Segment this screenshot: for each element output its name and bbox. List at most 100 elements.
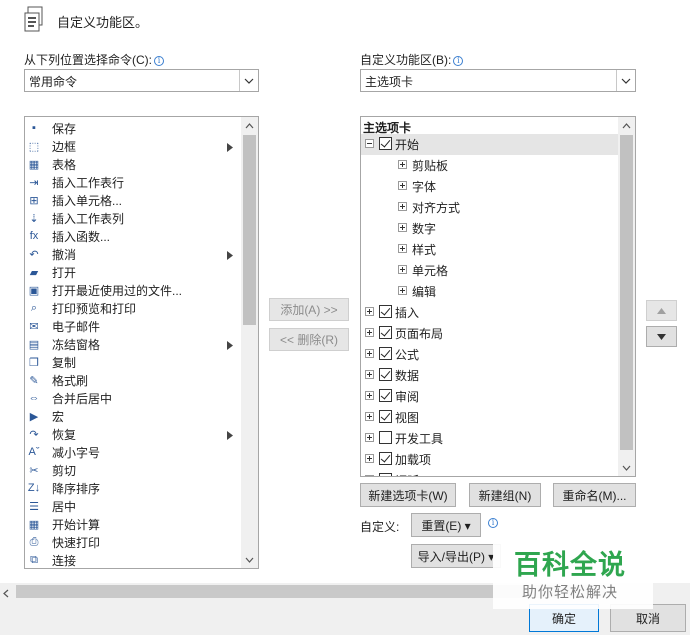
- command-label: 宏: [52, 410, 65, 424]
- commands-list[interactable]: ▪ 保存 ⬚ 边框 ▦ 表格 ⇥ 插入工作表行 ⊞ 插入单元格... ⇣ 插入工作表列 fx 插入函数..…: [24, 116, 259, 569]
- expand-icon[interactable]: [398, 223, 407, 232]
- chevron-down-icon[interactable]: [616, 70, 635, 91]
- command-item[interactable]: fx 插入函数...: [25, 227, 240, 245]
- expand-icon[interactable]: [398, 244, 407, 253]
- tree-tab-item[interactable]: 数据: [361, 365, 619, 386]
- expand-icon[interactable]: [365, 370, 374, 379]
- scroll-up-icon[interactable]: [618, 117, 635, 134]
- scroll-left-icon[interactable]: [3, 587, 9, 601]
- command-item[interactable]: ▶ 宏: [25, 407, 240, 425]
- command-item[interactable]: ⌕ 打印预览和打印: [25, 299, 240, 317]
- choose-commands-label: 从下列位置选择命令(C): i: [24, 51, 164, 68]
- command-item[interactable]: ⬚ 边框: [25, 137, 240, 155]
- tree-group-item[interactable]: 单元格: [361, 260, 619, 281]
- new-group-button[interactable]: 新建组(N): [469, 483, 541, 507]
- tab-checkbox[interactable]: [379, 305, 392, 318]
- tab-checkbox[interactable]: [379, 410, 392, 423]
- command-item[interactable]: ✉ 电子邮件: [25, 317, 240, 335]
- command-label: 保存: [52, 122, 77, 136]
- collapse-icon[interactable]: [365, 139, 374, 148]
- tree-tab-item[interactable]: 视图: [361, 407, 619, 428]
- expand-icon[interactable]: [398, 202, 407, 211]
- tree-group-item[interactable]: 字体: [361, 176, 619, 197]
- tree-tab-item[interactable]: 开发工具: [361, 428, 619, 449]
- command-item[interactable]: ☰ 居中: [25, 497, 240, 515]
- expand-icon[interactable]: [398, 286, 407, 295]
- ribbon-tabs-select[interactable]: 主选项卡: [360, 69, 636, 92]
- add-button[interactable]: 添加(A) >>: [269, 298, 349, 321]
- tree-item-label: 视图: [395, 411, 420, 425]
- command-item[interactable]: ▦ 开始计算: [25, 515, 240, 533]
- expand-icon[interactable]: [365, 328, 374, 337]
- chevron-down-icon[interactable]: [239, 70, 258, 91]
- border-icon: ⬚: [28, 140, 40, 153]
- tab-checkbox[interactable]: [379, 347, 392, 360]
- expand-icon[interactable]: [365, 349, 374, 358]
- choose-commands-select[interactable]: 常用命令: [24, 69, 259, 92]
- tab-checkbox[interactable]: [379, 431, 392, 444]
- scroll-down-icon[interactable]: [241, 551, 258, 568]
- tab-checkbox[interactable]: [379, 368, 392, 381]
- command-item[interactable]: ↶ 撤消: [25, 245, 240, 263]
- expand-icon[interactable]: [398, 160, 407, 169]
- remove-button[interactable]: << 删除(R): [269, 328, 349, 351]
- tree-tab-item[interactable]: 加载项: [361, 449, 619, 470]
- tab-checkbox[interactable]: [379, 326, 392, 339]
- tree-tab-item[interactable]: 开始: [361, 134, 619, 155]
- tree-item-label: 编辑: [412, 285, 437, 299]
- move-up-button[interactable]: [646, 300, 677, 321]
- tree-scrollbar[interactable]: [618, 117, 635, 476]
- tab-checkbox[interactable]: [379, 473, 392, 476]
- expand-icon[interactable]: [365, 307, 374, 316]
- command-item[interactable]: ▦ 表格: [25, 155, 240, 173]
- tree-tab-item[interactable]: 插入: [361, 302, 619, 323]
- command-item[interactable]: ❐ 复制: [25, 353, 240, 371]
- tree-group-item[interactable]: 编辑: [361, 281, 619, 302]
- command-item[interactable]: ⇔ 合并后居中: [25, 389, 240, 407]
- new-tab-button[interactable]: 新建选项卡(W): [360, 483, 456, 507]
- command-item[interactable]: ⎙ 快速打印: [25, 533, 240, 551]
- scroll-thumb[interactable]: [620, 135, 633, 450]
- tree-tab-item[interactable]: 公式: [361, 344, 619, 365]
- tab-checkbox[interactable]: [379, 389, 392, 402]
- ribbon-tree[interactable]: 主选项卡 开始 剪贴板 字体 对齐方式 数字 样式 单元格 编辑 插入 页面布局 公式 数据 审阅 视图开…: [360, 116, 636, 477]
- tab-checkbox[interactable]: [379, 137, 392, 150]
- expand-icon[interactable]: [398, 265, 407, 274]
- command-item[interactable]: ▤ 冻结窗格: [25, 335, 240, 353]
- expand-icon[interactable]: [365, 454, 374, 463]
- command-item[interactable]: ▣ 打开最近使用过的文件...: [25, 281, 240, 299]
- command-item[interactable]: ⇣ 插入工作表列: [25, 209, 240, 227]
- command-item[interactable]: Z↓ 降序排序: [25, 479, 240, 497]
- tree-group-item[interactable]: 剪贴板: [361, 155, 619, 176]
- command-label: 电子邮件: [52, 320, 101, 334]
- tree-group-item[interactable]: 对齐方式: [361, 197, 619, 218]
- command-item[interactable]: ▰ 打开: [25, 263, 240, 281]
- scroll-thumb[interactable]: [243, 135, 256, 325]
- tree-group-item[interactable]: 样式: [361, 239, 619, 260]
- reset-dropdown-button[interactable]: 重置(E) ▾: [411, 513, 481, 537]
- move-down-button[interactable]: [646, 326, 677, 347]
- command-item[interactable]: ⊞ 插入单元格...: [25, 191, 240, 209]
- expand-icon[interactable]: [365, 412, 374, 421]
- command-item[interactable]: Aˇ 减小字号: [25, 443, 240, 461]
- tree-tab-item[interactable]: 页面布局: [361, 323, 619, 344]
- scroll-up-icon[interactable]: [241, 117, 258, 134]
- command-item[interactable]: ↷ 恢复: [25, 425, 240, 443]
- scroll-down-icon[interactable]: [618, 459, 635, 476]
- expand-icon[interactable]: [365, 475, 374, 476]
- command-item[interactable]: ⇥ 插入工作表行: [25, 173, 240, 191]
- command-item[interactable]: ⧉ 连接: [25, 551, 240, 569]
- tree-tab-item[interactable]: 审阅: [361, 386, 619, 407]
- expand-icon[interactable]: [365, 433, 374, 442]
- command-item[interactable]: ✂ 剪切: [25, 461, 240, 479]
- command-item[interactable]: ▪ 保存: [25, 119, 240, 137]
- tree-group-item[interactable]: 数字: [361, 218, 619, 239]
- tree-tab-item[interactable]: 福昕PDF: [361, 470, 619, 476]
- commands-scrollbar[interactable]: [241, 117, 258, 568]
- rename-button[interactable]: 重命名(M)...: [553, 483, 636, 507]
- tab-checkbox[interactable]: [379, 452, 392, 465]
- import-export-dropdown-button[interactable]: 导入/导出(P) ▾: [411, 544, 501, 568]
- expand-icon[interactable]: [365, 391, 374, 400]
- expand-icon[interactable]: [398, 181, 407, 190]
- command-item[interactable]: ✎ 格式刷: [25, 371, 240, 389]
